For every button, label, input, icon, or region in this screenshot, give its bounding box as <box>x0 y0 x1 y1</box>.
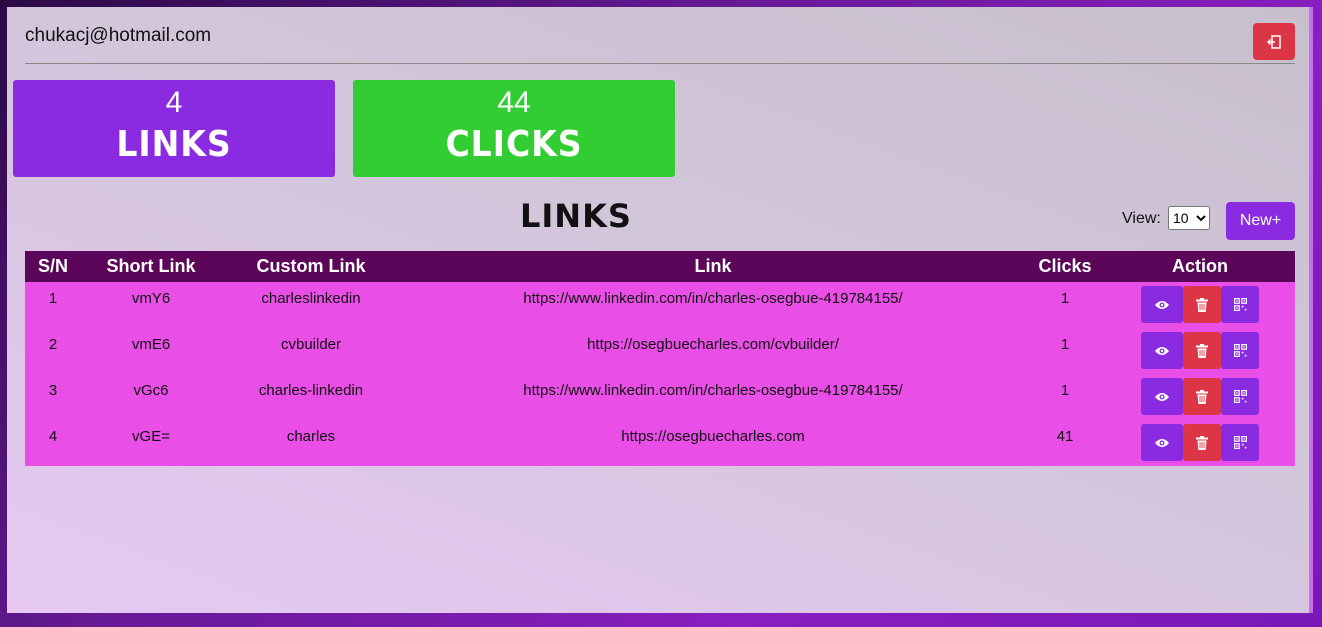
delete-button[interactable] <box>1183 286 1221 323</box>
table-row: 3 vGc6 charles-linkedin https://www.link… <box>25 374 1295 420</box>
links-table: S/N Short Link Custom Link Link Clicks A… <box>25 251 1295 466</box>
logout-icon <box>1266 34 1281 49</box>
eye-icon <box>1155 392 1169 401</box>
table-row: 4 vGE= charles https://osegbuecharles.co… <box>25 420 1295 466</box>
user-email: chukacj@hotmail.com <box>25 25 212 46</box>
row-clicks: 1 <box>1060 290 1070 307</box>
delete-button[interactable] <box>1183 378 1221 415</box>
row-sn: 1 <box>48 290 58 307</box>
column-header-sn: S/N <box>37 256 68 276</box>
row-short-link: vGc6 <box>133 382 169 399</box>
new-link-button[interactable]: New+ <box>1226 202 1295 240</box>
header-divider <box>25 63 1295 64</box>
column-header-custom-link: Custom Link <box>256 256 366 276</box>
row-custom-link: charles-linkedin <box>258 382 364 399</box>
table-header-row: S/N Short Link Custom Link Link Clicks A… <box>25 251 1295 282</box>
column-header-action: Action <box>1172 256 1228 276</box>
qr-code-icon <box>1233 344 1247 357</box>
row-link: https://osegbuecharles.com <box>621 428 805 445</box>
row-actions <box>1105 420 1295 466</box>
row-clicks: 1 <box>1060 382 1070 399</box>
links-section-title: LINKS <box>520 197 632 235</box>
clicks-count: 44 <box>497 86 531 119</box>
row-custom-link: charleslinkedin <box>261 290 361 307</box>
delete-button[interactable] <box>1183 332 1221 369</box>
view-button[interactable] <box>1141 424 1183 461</box>
links-stat-label: LINKS <box>116 124 232 165</box>
trash-icon <box>1196 343 1208 358</box>
table-row: 1 vmY6 charleslinkedin https://www.linke… <box>25 282 1295 328</box>
qr-code-icon <box>1233 390 1247 403</box>
column-header-link: Link <box>694 256 732 276</box>
eye-icon <box>1155 346 1169 355</box>
links-stat-card: 4 LINKS <box>13 80 335 177</box>
delete-button[interactable] <box>1183 424 1221 461</box>
trash-icon <box>1196 435 1208 450</box>
row-short-link: vmE6 <box>131 336 171 353</box>
row-custom-link: cvbuilder <box>280 336 342 353</box>
clicks-stat-label: CLICKS <box>445 124 583 165</box>
trash-icon <box>1196 297 1208 312</box>
qr-code-icon <box>1233 436 1247 449</box>
eye-icon <box>1155 438 1169 447</box>
qr-code-button[interactable] <box>1221 424 1259 461</box>
qr-code-button[interactable] <box>1221 332 1259 369</box>
trash-icon <box>1196 389 1208 404</box>
row-actions <box>1105 328 1295 374</box>
row-link: https://osegbuecharles.com/cvbuilder/ <box>587 336 839 353</box>
row-actions <box>1105 374 1295 420</box>
column-header-clicks: Clicks <box>1038 256 1092 276</box>
row-clicks: 41 <box>1056 428 1074 445</box>
row-sn: 4 <box>48 428 58 445</box>
links-count: 4 <box>165 86 183 119</box>
view-count-select[interactable]: 10 <box>1168 206 1210 230</box>
row-short-link: vmY6 <box>131 290 171 307</box>
row-sn: 3 <box>48 382 58 399</box>
table-row: 2 vmE6 cvbuilder https://osegbuecharles.… <box>25 328 1295 374</box>
view-button[interactable] <box>1141 286 1183 323</box>
row-sn: 2 <box>48 336 58 353</box>
row-custom-link: charles <box>286 428 336 445</box>
view-button[interactable] <box>1141 378 1183 415</box>
row-link: https://www.linkedin.com/in/charles-oseg… <box>523 290 903 307</box>
view-label: View: <box>1122 210 1161 227</box>
clicks-stat-card: 44 CLICKS <box>353 80 675 177</box>
dashboard-panel: chukacj@hotmail.com 4 LINKS 44 CLICKS LI… <box>7 7 1313 613</box>
view-button[interactable] <box>1141 332 1183 369</box>
row-short-link: vGE= <box>132 428 170 445</box>
logout-button[interactable] <box>1253 23 1295 60</box>
row-actions <box>1105 282 1295 328</box>
qr-code-icon <box>1233 298 1247 311</box>
column-header-short-link: Short Link <box>106 256 196 276</box>
row-clicks: 1 <box>1060 336 1070 353</box>
qr-code-button[interactable] <box>1221 286 1259 323</box>
row-link: https://www.linkedin.com/in/charles-oseg… <box>523 382 903 399</box>
qr-code-button[interactable] <box>1221 378 1259 415</box>
eye-icon <box>1155 300 1169 309</box>
